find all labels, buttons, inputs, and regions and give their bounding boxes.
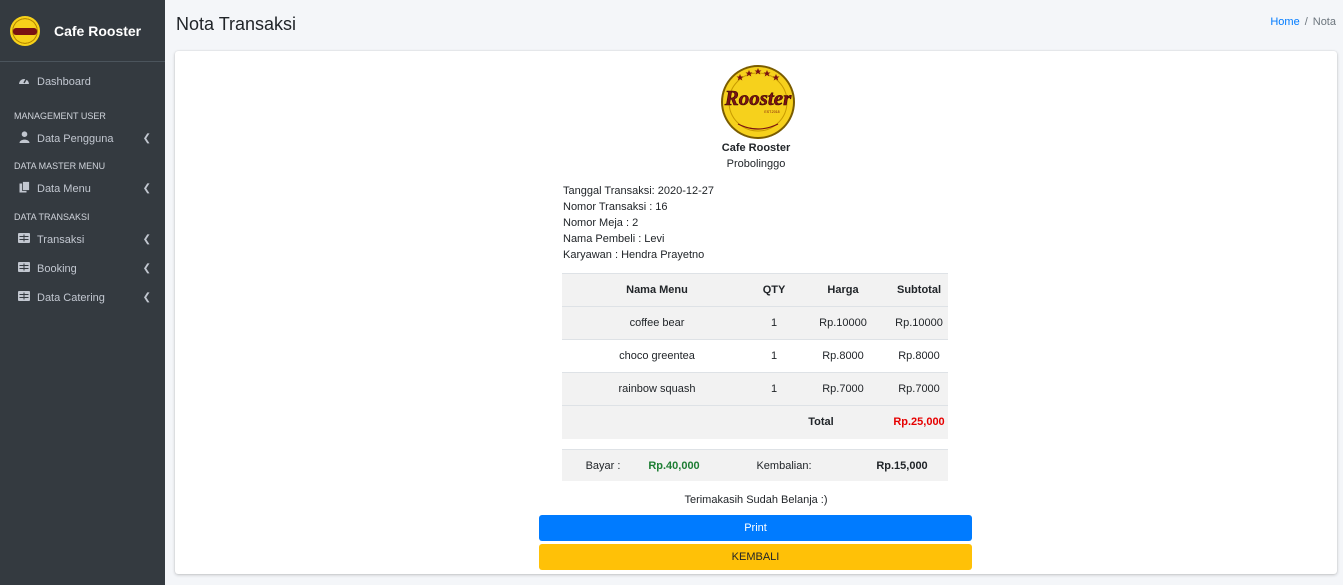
item-price: Rp.8000 <box>796 339 890 373</box>
chevron-left-icon: ❮ <box>142 234 151 245</box>
item-name: choco greentea <box>562 339 752 373</box>
breadcrumb-home-link[interactable]: Home <box>1270 16 1299 28</box>
item-name: rainbow squash <box>562 372 752 406</box>
item-qty: 1 <box>752 372 796 406</box>
rooster-logo-icon <box>10 15 40 46</box>
page-title: Nota Transaksi <box>176 14 297 34</box>
buyer-name: Nama Pembeli : Levi <box>563 233 665 245</box>
breadcrumb-separator: / <box>1304 16 1308 28</box>
table-number: Nomor Meja : 2 <box>563 217 639 229</box>
kembalian-label: Kembalian: <box>756 459 812 472</box>
sidebar-item-data-menu[interactable]: Data Menu ❮ <box>0 174 165 203</box>
print-button[interactable]: Print <box>539 515 972 541</box>
sidebar-item-label: Booking <box>37 262 77 275</box>
sidebar-header-data-transaksi: DATA TRANSAKSI <box>14 212 90 222</box>
table-icon <box>17 262 31 275</box>
sidebar-item-data-catering[interactable]: Data Catering ❮ <box>0 283 165 312</box>
item-subtotal: Rp.8000 <box>890 339 948 373</box>
sidebar-item-label: Transaksi <box>37 233 85 246</box>
column-header-subtotal: Subtotal <box>890 273 948 307</box>
content-wrapper: Nota Transaksi Home / Nota Rooster EST.201… <box>165 0 1343 585</box>
copy-icon <box>17 181 31 196</box>
item-qty: 1 <box>752 339 796 373</box>
item-subtotal: Rp.7000 <box>890 372 948 406</box>
sidebar-item-transaksi[interactable]: Transaksi ❮ <box>0 225 165 254</box>
column-header-qty: QTY <box>752 273 796 307</box>
total-value: Rp.25,000 <box>890 405 948 439</box>
sidebar-header-data-master-menu: DATA MASTER MENU <box>14 161 106 171</box>
user-icon <box>17 131 31 146</box>
table-icon <box>17 233 31 246</box>
receipt-card: Rooster EST.2018 Cafe Rooster Probolingg… <box>175 51 1337 574</box>
chevron-left-icon: ❮ <box>142 183 151 194</box>
logo-wordmark: Rooster <box>724 86 792 110</box>
dashboard-icon <box>17 75 31 88</box>
brand-name: Cafe Rooster <box>54 22 142 39</box>
sidebar-item-label: Data Pengguna <box>37 132 114 145</box>
logo-est: EST.2018 <box>764 110 779 114</box>
item-price: Rp.7000 <box>796 372 890 406</box>
transaction-info: Tanggal Transaksi: 2020-12-27 Nomor Tran… <box>563 183 714 263</box>
item-name: coffee bear <box>562 306 752 340</box>
table-icon <box>17 291 31 304</box>
sidebar: Cafe Rooster Dashboard MANAGEMENT USER D… <box>0 0 165 585</box>
store-city: Probolinggo <box>726 158 786 170</box>
sidebar-item-label: Dashboard <box>37 75 91 88</box>
employee-name: Karyawan : Hendra Prayetno <box>563 249 705 261</box>
item-qty: 1 <box>752 306 796 340</box>
chevron-left-icon: ❮ <box>142 263 151 274</box>
payment-summary: Bayar : Rp.40,000 Kembalian: Rp.15,000 <box>562 449 948 481</box>
column-header-harga: Harga <box>796 273 890 307</box>
kembalian-value: Rp.15,000 <box>876 459 928 472</box>
sidebar-item-dashboard[interactable]: Dashboard <box>0 67 165 96</box>
transaction-number: Nomor Transaksi : 16 <box>563 201 668 213</box>
breadcrumb: Home / Nota <box>1270 16 1336 28</box>
store-name: Cafe Rooster <box>721 142 791 154</box>
bayar-value: Rp.40,000 <box>636 459 712 472</box>
transaction-date: Tanggal Transaksi: 2020-12-27 <box>563 185 715 197</box>
chevron-left-icon: ❮ <box>142 292 151 303</box>
table-row: coffee bear 1 Rp.10000 Rp.10000 <box>562 306 948 340</box>
item-price: Rp.10000 <box>796 306 890 340</box>
column-header-nama-menu: Nama Menu <box>562 273 752 307</box>
table-header-row: Nama Menu QTY Harga Subtotal <box>562 273 948 307</box>
sidebar-header-management-user: MANAGEMENT USER <box>14 111 106 121</box>
breadcrumb-current: Nota <box>1312 16 1336 28</box>
brand-link[interactable]: Cafe Rooster <box>0 0 165 62</box>
table-row: rainbow squash 1 Rp.7000 Rp.7000 <box>562 372 948 406</box>
back-button[interactable]: KEMBALI <box>539 544 972 570</box>
item-subtotal: Rp.10000 <box>890 306 948 340</box>
total-label: Total <box>752 405 890 439</box>
chevron-left-icon: ❮ <box>142 133 151 144</box>
sidebar-item-label: Data Menu <box>37 182 91 195</box>
table-row: choco greentea 1 Rp.8000 Rp.8000 <box>562 339 948 373</box>
total-row: Total Rp.25,000 <box>562 405 948 439</box>
order-items-table: Nama Menu QTY Harga Subtotal coffee bear… <box>562 273 948 439</box>
sidebar-item-label: Data Catering <box>37 291 105 304</box>
cafe-rooster-logo: Rooster EST.2018 <box>721 65 795 139</box>
bayar-label: Bayar : <box>585 459 621 472</box>
sidebar-item-data-pengguna[interactable]: Data Pengguna ❮ <box>0 124 165 153</box>
thank-you-message: Terimakasih Sudah Belanja :) <box>684 494 828 506</box>
sidebar-item-booking[interactable]: Booking ❮ <box>0 254 165 283</box>
